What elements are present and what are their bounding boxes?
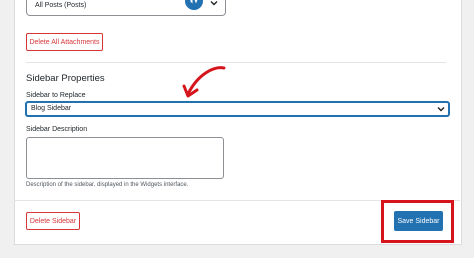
eye-hide-icon[interactable] (185, 0, 203, 10)
sidebar-description-textarea[interactable] (26, 137, 224, 179)
section-divider (26, 62, 446, 63)
page: All Posts (Posts) Delete All Attachments… (0, 0, 474, 258)
sidebar-description-help: Description of the sidebar, displayed in… (26, 182, 189, 188)
sidebar-to-replace-value: Blog Sidebar (31, 105, 72, 112)
red-arrow-icon (182, 66, 226, 98)
sidebar-to-replace-label: Sidebar to Replace (26, 92, 86, 99)
sidebar-properties-heading: Sidebar Properties (26, 73, 105, 84)
sidebar-to-replace-select[interactable]: Blog Sidebar (26, 102, 449, 116)
post-type-select[interactable]: All Posts (Posts) (26, 0, 226, 16)
sidebar-description-label: Sidebar Description (26, 126, 88, 133)
delete-all-attachments-button[interactable]: Delete All Attachments (26, 33, 103, 51)
chevron-down-icon (437, 106, 445, 114)
save-highlight-box (381, 200, 454, 243)
delete-sidebar-button[interactable]: Delete Sidebar (26, 212, 80, 230)
chevron-down-icon[interactable] (210, 0, 218, 8)
post-type-select-value: All Posts (Posts) (35, 2, 87, 9)
